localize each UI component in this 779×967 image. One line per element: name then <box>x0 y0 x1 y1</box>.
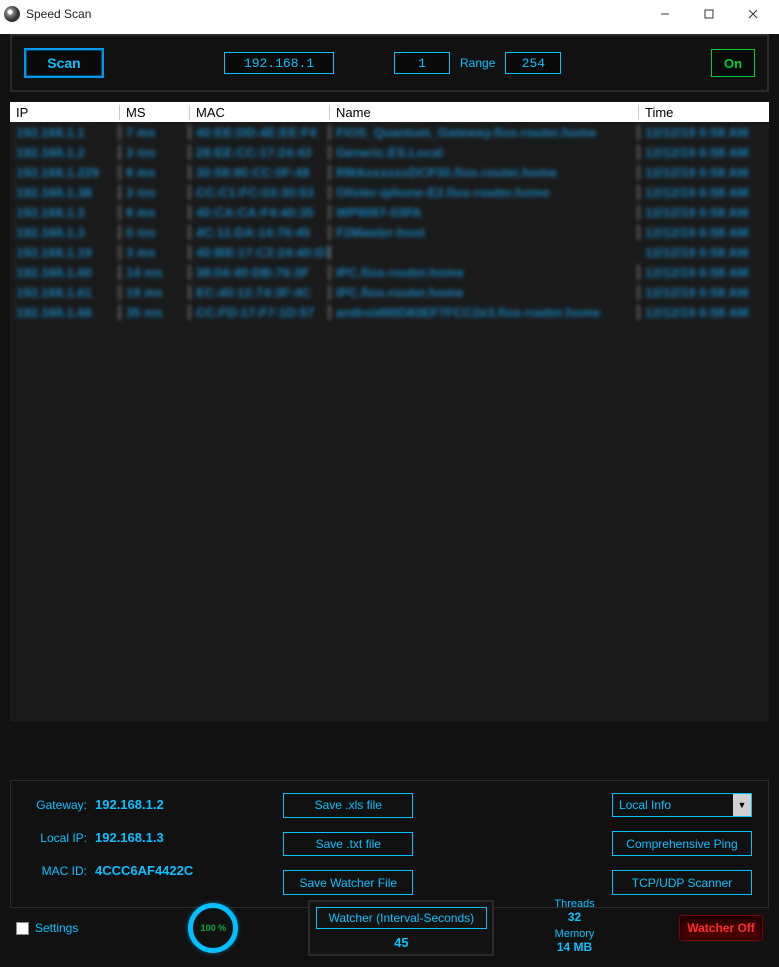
tools-column: Local Info ▼ Comprehensive Ping TCP/UDP … <box>612 793 752 895</box>
window-titlebar: Speed Scan <box>0 0 779 28</box>
macid-value: 4CCC6AF4422C <box>95 863 193 878</box>
gateway-label: Gateway: <box>27 798 87 812</box>
window-title: Speed Scan <box>26 7 91 21</box>
gateway-value: 192.168.1.2 <box>95 797 164 812</box>
table-row[interactable]: 192.168.1.30 ms4C:11:DA:14:76:45F2Master… <box>10 222 769 242</box>
memory-label: Memory <box>555 928 595 940</box>
memory-value: 14 MB <box>557 940 592 954</box>
tcp-udp-scanner-button[interactable]: TCP/UDP Scanner <box>612 870 752 895</box>
toolbar: Scan Range On <box>10 34 769 92</box>
stats-column: Threads 32 Memory 14 MB <box>554 898 594 958</box>
results-body[interactable]: 192.168.1.17 ms40:EE:DD:4E:EE:F4FiOS_Qua… <box>10 122 769 322</box>
settings-label: Settings <box>35 921 78 935</box>
col-header-mac[interactable]: MAC <box>190 105 330 120</box>
save-xls-button[interactable]: Save .xls file <box>283 793 413 818</box>
status-bar: Settings 100 % Watcher (Interval-Seconds… <box>10 895 769 961</box>
table-row[interactable]: 192.168.1.383 msCC:C1:FC:03:30:53Olivier… <box>10 182 769 202</box>
table-row[interactable]: 192.168.1.23 ms28:EE:CC:17:24:43Generic.… <box>10 142 769 162</box>
range-start-input[interactable] <box>394 52 450 74</box>
localip-value: 192.168.1.3 <box>95 830 164 845</box>
minimize-button[interactable] <box>643 0 687 28</box>
local-info-select[interactable]: Local Info ▼ <box>612 793 752 817</box>
save-watcher-button[interactable]: Save Watcher File <box>283 870 413 895</box>
watcher-interval-value: 45 <box>394 935 408 950</box>
settings-checkbox[interactable]: Settings <box>16 921 78 935</box>
table-row[interactable]: 192.168.1.38 ms40:CA:CA:F4:40:35WP9087-0… <box>10 202 769 222</box>
table-row[interactable]: 192.168.1.193 ms40:BB:17:C2:24:40:D712/1… <box>10 242 769 262</box>
checkbox-icon <box>16 922 29 935</box>
watcher-box: Watcher (Interval-Seconds) 45 <box>308 900 494 956</box>
comprehensive-ping-button[interactable]: Comprehensive Ping <box>612 831 752 856</box>
threads-value: 32 <box>568 910 581 924</box>
bottom-panel: Gateway: 192.168.1.2 Local IP: 192.168.1… <box>10 780 769 908</box>
table-row[interactable]: 192.168.1.6014 ms38:04:40:DB:76:3FIPC.fi… <box>10 262 769 282</box>
app-icon <box>4 6 20 22</box>
ip-prefix-input[interactable] <box>224 52 334 74</box>
app-body: Scan Range On IP MS MAC Name Time 192.16… <box>0 34 779 967</box>
table-row[interactable]: 192.168.1.17 ms40:EE:DD:4E:EE:F4FiOS_Qua… <box>10 122 769 142</box>
localip-label: Local IP: <box>27 831 87 845</box>
results-header: IP MS MAC Name Time <box>10 102 769 122</box>
local-info-select-value: Local Info <box>619 798 671 812</box>
watcher-interval-button[interactable]: Watcher (Interval-Seconds) <box>316 907 488 929</box>
col-header-ip[interactable]: IP <box>10 105 120 120</box>
scan-button[interactable]: Scan <box>24 48 104 78</box>
info-column: Gateway: 192.168.1.2 Local IP: 192.168.1… <box>27 797 193 895</box>
save-txt-button[interactable]: Save .txt file <box>283 832 413 857</box>
on-toggle-button[interactable]: On <box>711 49 755 77</box>
table-row[interactable]: 192.168.1.2298 ms30:58:90:CC:0F:48RMAxxx… <box>10 162 769 182</box>
table-row[interactable]: 192.168.1.6119 msEC:40:12:74:3F:4CIPC.fi… <box>10 282 769 302</box>
chevron-down-icon: ▼ <box>733 794 751 816</box>
results-panel: IP MS MAC Name Time 192.168.1.17 ms40:EE… <box>10 102 769 722</box>
range-end-input[interactable] <box>505 52 561 74</box>
close-button[interactable] <box>731 0 775 28</box>
threads-label: Threads <box>554 898 594 910</box>
save-actions-column: Save .xls file Save .txt file Save Watch… <box>283 793 413 895</box>
progress-ring: 100 % <box>188 903 238 953</box>
col-header-time[interactable]: Time <box>639 105 769 120</box>
watcher-off-button[interactable]: Watcher Off <box>679 915 763 941</box>
col-header-name[interactable]: Name <box>330 105 639 120</box>
table-row[interactable]: 192.168.1.6635 msCC:FD:17:F7:1D:57androi… <box>10 302 769 322</box>
range-label: Range <box>460 56 495 70</box>
macid-label: MAC ID: <box>27 864 87 878</box>
col-header-ms[interactable]: MS <box>120 105 190 120</box>
maximize-button[interactable] <box>687 0 731 28</box>
